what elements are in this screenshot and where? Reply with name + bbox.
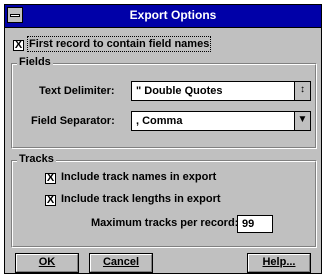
updown-arrow-icon[interactable]: ↕: [294, 82, 310, 100]
field-separator-value: , Comma: [136, 115, 183, 127]
help-button[interactable]: Help...: [247, 253, 311, 273]
ok-button-label: OK: [38, 256, 56, 268]
system-menu-button[interactable]: [7, 7, 23, 23]
include-track-names-checkbox[interactable]: X: [45, 173, 56, 184]
include-track-lengths-label[interactable]: Include track lengths in export: [61, 193, 221, 205]
max-tracks-input[interactable]: 99: [237, 215, 273, 233]
dropdown-arrow-icon[interactable]: ▼: [294, 112, 310, 130]
include-track-lengths-checkbox[interactable]: X: [45, 195, 56, 206]
system-menu-icon: [10, 14, 20, 17]
first-record-checkbox[interactable]: X: [13, 40, 24, 51]
fields-group: [11, 63, 317, 149]
field-separator-label: Field Separator:: [31, 115, 115, 127]
text-delimiter-label: Text Delimiter:: [39, 85, 115, 97]
title-bar: Export Options: [5, 5, 321, 28]
text-delimiter-value: " Double Quotes: [136, 85, 223, 97]
help-button-label: Help...: [262, 256, 296, 268]
tracks-group-legend: Tracks: [17, 153, 56, 165]
text-delimiter-combo[interactable]: " Double Quotes ↕: [131, 81, 311, 101]
field-separator-combo[interactable]: , Comma ▼: [131, 111, 311, 131]
first-record-label[interactable]: First record to contain field names: [26, 36, 212, 52]
max-tracks-label: Maximum tracks per record:: [91, 217, 239, 229]
ok-button[interactable]: OK: [15, 253, 79, 273]
fields-group-legend: Fields: [17, 56, 53, 68]
cancel-button-label: Cancel: [102, 256, 140, 268]
include-track-names-label[interactable]: Include track names in export: [61, 171, 216, 183]
window-title: Export Options: [129, 8, 217, 22]
cancel-button[interactable]: Cancel: [89, 253, 153, 273]
export-options-dialog: Export Options X First record to contain…: [4, 4, 322, 274]
